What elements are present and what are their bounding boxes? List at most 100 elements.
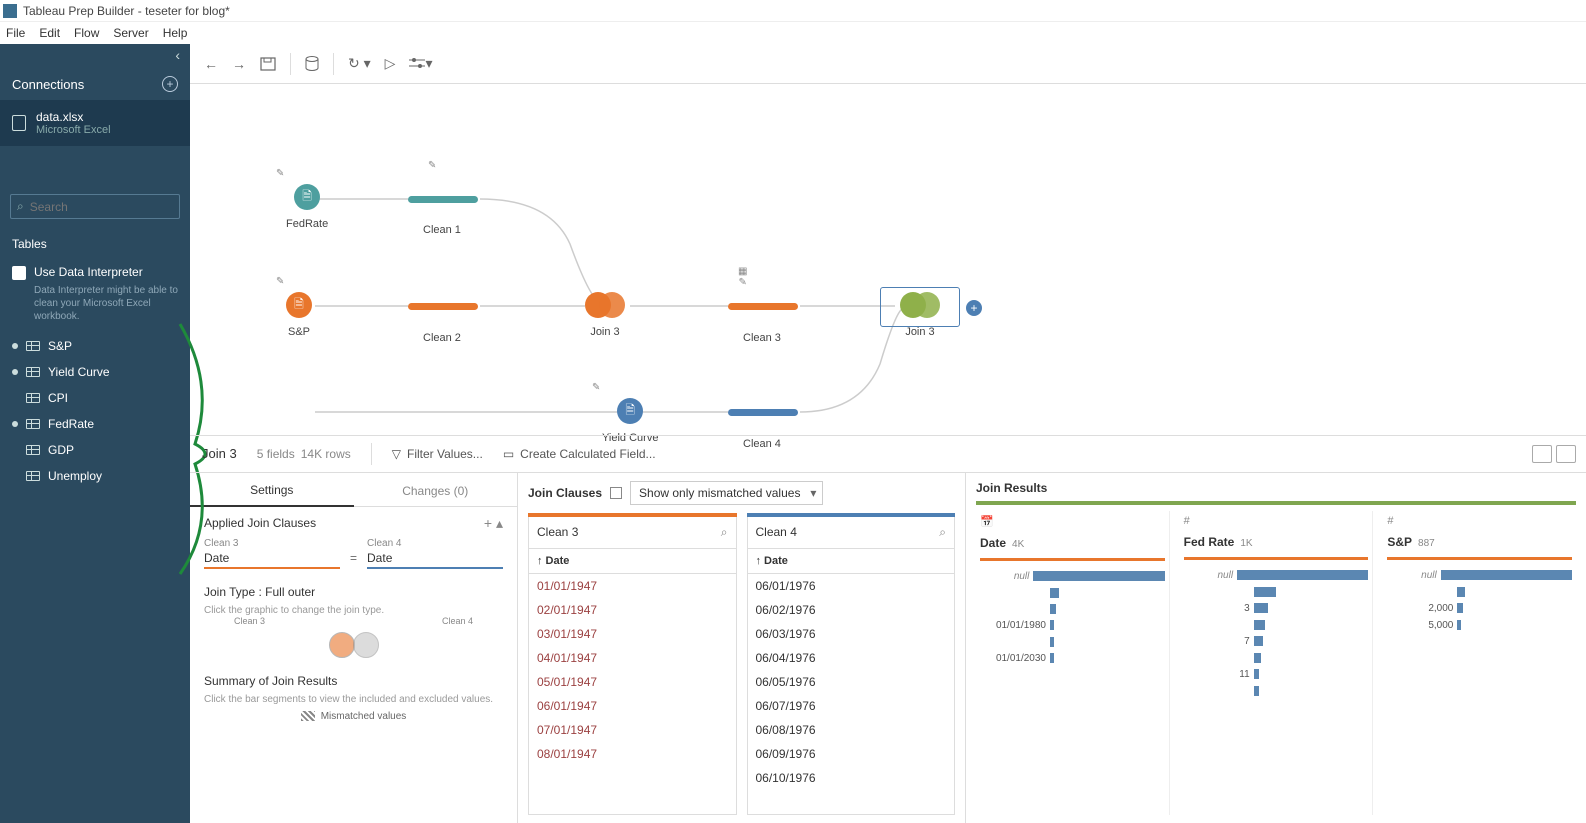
status-dot bbox=[12, 343, 18, 349]
tab-changes[interactable]: Changes (0) bbox=[354, 476, 518, 507]
tables-label: Tables bbox=[0, 233, 190, 259]
mismatch-checkbox[interactable] bbox=[610, 487, 622, 499]
add-step-button[interactable]: + bbox=[966, 300, 982, 316]
node-sp[interactable]: ✎ 🗎 S&P bbox=[286, 292, 312, 338]
flow-canvas[interactable]: ✎ 🗎 FedRate ✎ Clean 1 ✎ 🗎 S&P Clean 2 bbox=[190, 84, 1586, 435]
list-item[interactable]: 06/09/1976 bbox=[748, 742, 955, 766]
list-item[interactable]: 06/01/1947 bbox=[529, 694, 736, 718]
list-item[interactable]: 02/01/1947 bbox=[529, 598, 736, 622]
list-item[interactable]: 06/08/1976 bbox=[748, 718, 955, 742]
histogram-bar[interactable] bbox=[1033, 571, 1164, 581]
node-join3b[interactable]: Join 3 bbox=[900, 292, 940, 338]
histogram-bar[interactable] bbox=[1237, 570, 1368, 580]
list-item[interactable]: 05/01/1947 bbox=[529, 670, 736, 694]
view-toggle-2[interactable] bbox=[1556, 445, 1576, 463]
mismatch-dropdown[interactable]: Show only mismatched values bbox=[630, 481, 823, 505]
join-results-pane: Join Results 📅 Date4K null01/01/198001/0… bbox=[966, 473, 1586, 823]
menu-help[interactable]: Help bbox=[163, 26, 188, 40]
connection-item[interactable]: data.xlsx Microsoft Excel bbox=[0, 100, 190, 146]
search-icon[interactable]: ⌕ bbox=[721, 525, 728, 540]
list-item[interactable]: 06/05/1976 bbox=[748, 670, 955, 694]
view-toggle-1[interactable] bbox=[1532, 445, 1552, 463]
search-box[interactable]: ⌕ bbox=[10, 194, 180, 219]
list-item[interactable]: 06/02/1976 bbox=[748, 598, 955, 622]
node-clean3[interactable] bbox=[728, 303, 798, 310]
histogram-bar[interactable] bbox=[1254, 587, 1276, 597]
histogram-bar[interactable] bbox=[1457, 620, 1461, 630]
clause-col-clean3: Clean 3⌕ ↑ Date 01/01/194702/01/194703/0… bbox=[528, 513, 737, 816]
list-item[interactable]: 01/01/1947 bbox=[529, 574, 736, 598]
list-item[interactable]: 06/01/1976 bbox=[748, 574, 955, 598]
clause-left-field[interactable]: Date bbox=[204, 551, 340, 569]
histogram-bar[interactable] bbox=[1050, 620, 1054, 630]
histogram-bar[interactable] bbox=[1254, 653, 1261, 663]
node-join3a[interactable]: Join 3 bbox=[585, 292, 625, 338]
table-item[interactable]: FedRate bbox=[0, 411, 190, 437]
histogram-bar[interactable] bbox=[1254, 669, 1260, 679]
join-type-venn[interactable] bbox=[329, 632, 379, 658]
edit-icon: ✎ bbox=[276, 276, 284, 287]
node-fedrate[interactable]: ✎ 🗎 FedRate bbox=[286, 184, 328, 230]
data-interpreter-row[interactable]: Use Data Interpreter bbox=[0, 259, 190, 282]
search-icon[interactable]: ⌕ bbox=[939, 525, 946, 540]
node-clean4[interactable] bbox=[728, 409, 798, 416]
node-clean2[interactable] bbox=[408, 303, 478, 310]
table-item[interactable]: Unemploy bbox=[0, 463, 190, 489]
histogram-bar[interactable] bbox=[1457, 587, 1464, 597]
calc-field-button[interactable]: ▭Create Calculated Field... bbox=[503, 447, 656, 461]
histogram-bar[interactable] bbox=[1050, 637, 1054, 647]
status-dot bbox=[12, 421, 18, 427]
add-connection-button[interactable]: + bbox=[162, 76, 178, 92]
histogram-bar[interactable] bbox=[1050, 588, 1059, 598]
type-icon: # bbox=[1387, 515, 1393, 527]
run-button[interactable]: ▷ bbox=[385, 55, 396, 72]
back-button[interactable]: ← bbox=[204, 56, 218, 72]
table-item[interactable]: S&P bbox=[0, 333, 190, 359]
db-button[interactable] bbox=[305, 56, 319, 72]
list-item[interactable]: 03/01/1947 bbox=[529, 622, 736, 646]
histogram-bar[interactable] bbox=[1050, 653, 1054, 663]
list-item[interactable]: 06/07/1976 bbox=[748, 694, 955, 718]
node-clean1[interactable] bbox=[408, 196, 478, 203]
list-item[interactable]: 06/03/1976 bbox=[748, 622, 955, 646]
list-item[interactable]: 04/01/1947 bbox=[529, 646, 736, 670]
histogram-bar[interactable] bbox=[1254, 603, 1269, 613]
table-icon bbox=[26, 341, 40, 351]
histogram-bar[interactable] bbox=[1254, 636, 1263, 646]
connection-type: Microsoft Excel bbox=[36, 124, 111, 136]
col-header-date[interactable]: ↑ Date bbox=[747, 549, 956, 574]
menu-server[interactable]: Server bbox=[113, 26, 148, 40]
list-item[interactable]: 08/01/1947 bbox=[529, 742, 736, 766]
data-interpreter-checkbox[interactable] bbox=[12, 266, 26, 280]
list-item[interactable]: 06/10/1976 bbox=[748, 766, 955, 790]
table-item[interactable]: CPI bbox=[0, 385, 190, 411]
source-icon: 🗎 bbox=[286, 292, 312, 318]
histogram-bar[interactable] bbox=[1441, 570, 1572, 580]
forward-button[interactable]: → bbox=[232, 56, 246, 72]
menu-file[interactable]: File bbox=[6, 26, 25, 40]
refresh-button[interactable]: ↻ ▾ bbox=[348, 55, 371, 72]
histogram-bar[interactable] bbox=[1254, 686, 1260, 696]
settings-button[interactable]: ▾ bbox=[409, 55, 432, 72]
save-button[interactable] bbox=[260, 57, 276, 71]
menu-edit[interactable]: Edit bbox=[39, 26, 60, 40]
histogram-bar[interactable] bbox=[1457, 603, 1463, 613]
histogram-bar[interactable] bbox=[1050, 604, 1056, 614]
histogram-bar[interactable] bbox=[1254, 620, 1265, 630]
clause-operator[interactable]: = bbox=[350, 551, 357, 569]
list-item[interactable]: 06/04/1976 bbox=[748, 646, 955, 670]
add-clause-button[interactable]: + ▴ bbox=[484, 515, 503, 532]
filter-values-button[interactable]: ▽Filter Values... bbox=[392, 447, 483, 461]
search-input[interactable] bbox=[30, 200, 173, 214]
list-item[interactable]: 07/01/1947 bbox=[529, 718, 736, 742]
clause-right-field[interactable]: Date bbox=[367, 551, 503, 569]
table-item[interactable]: GDP bbox=[0, 437, 190, 463]
menu-flow[interactable]: Flow bbox=[74, 26, 99, 40]
col-header-date[interactable]: ↑ Date bbox=[528, 549, 737, 574]
tab-settings[interactable]: Settings bbox=[190, 475, 354, 507]
data-interpreter-hint: Data Interpreter might be able to clean … bbox=[0, 282, 190, 333]
sidebar-collapse[interactable]: ‹ bbox=[0, 44, 190, 66]
table-item[interactable]: Yield Curve bbox=[0, 359, 190, 385]
toolbar: ← → ↻ ▾ ▷ ▾ bbox=[190, 44, 1586, 84]
hatch-icon bbox=[301, 711, 315, 721]
